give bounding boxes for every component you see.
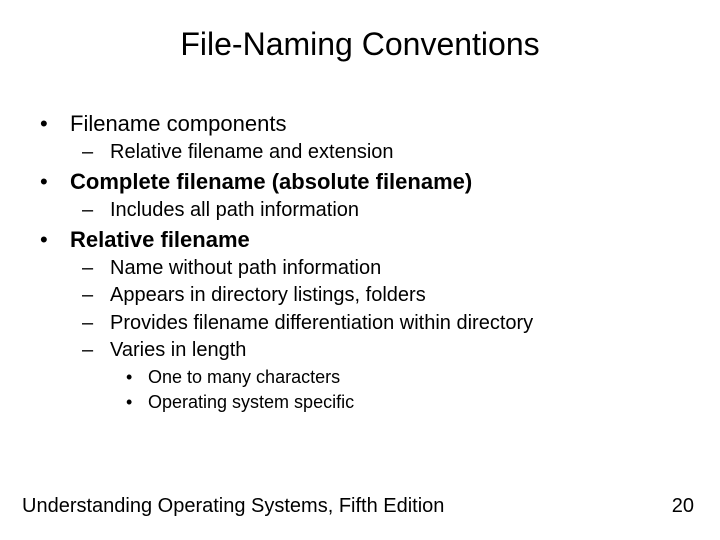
bullet-dash-icon	[82, 311, 110, 337]
bullet-dot-icon	[126, 391, 148, 414]
bullet-level1: Filename components	[40, 110, 680, 138]
bullet-text: Varies in length	[110, 338, 246, 364]
bullet-level3: Operating system specific	[126, 391, 680, 414]
bullet-text: Includes all path information	[110, 198, 359, 224]
bullet-dash-icon	[82, 338, 110, 364]
bullet-text: Appears in directory listings, folders	[110, 283, 426, 309]
bullet-level2: Name without path information	[82, 256, 680, 282]
bullet-level2: Relative filename and extension	[82, 140, 680, 166]
bullet-dash-icon	[82, 140, 110, 166]
bullet-text: One to many characters	[148, 366, 340, 389]
bullet-text: Name without path information	[110, 256, 381, 282]
bullet-level1: Complete filename (absolute filename)	[40, 168, 680, 196]
bullet-dash-icon	[82, 256, 110, 282]
page-number: 20	[672, 495, 694, 518]
bullet-text: Filename components	[70, 110, 286, 138]
bullet-dash-icon	[82, 283, 110, 309]
slide: File-Naming Conventions Filename compone…	[0, 0, 720, 540]
bullet-text: Operating system specific	[148, 391, 354, 414]
slide-title: File-Naming Conventions	[0, 26, 720, 63]
footer-source: Understanding Operating Systems, Fifth E…	[22, 495, 444, 518]
bullet-level1: Relative filename	[40, 226, 680, 254]
bullet-text: Relative filename and extension	[110, 140, 394, 166]
bullet-text: Provides filename differentiation within…	[110, 311, 533, 337]
bullet-text: Relative filename	[70, 226, 250, 254]
bullet-level3: One to many characters	[126, 366, 680, 389]
bullet-dot-icon	[40, 110, 70, 138]
bullet-dot-icon	[40, 168, 70, 196]
bullet-dash-icon	[82, 198, 110, 224]
bullet-dot-icon	[40, 226, 70, 254]
bullet-level2: Varies in length	[82, 338, 680, 364]
bullet-dot-icon	[126, 366, 148, 389]
bullet-text: Complete filename (absolute filename)	[70, 168, 472, 196]
bullet-level2: Includes all path information	[82, 198, 680, 224]
bullet-level2: Appears in directory listings, folders	[82, 283, 680, 309]
slide-body: Filename components Relative filename an…	[40, 108, 680, 414]
bullet-level2: Provides filename differentiation within…	[82, 311, 680, 337]
